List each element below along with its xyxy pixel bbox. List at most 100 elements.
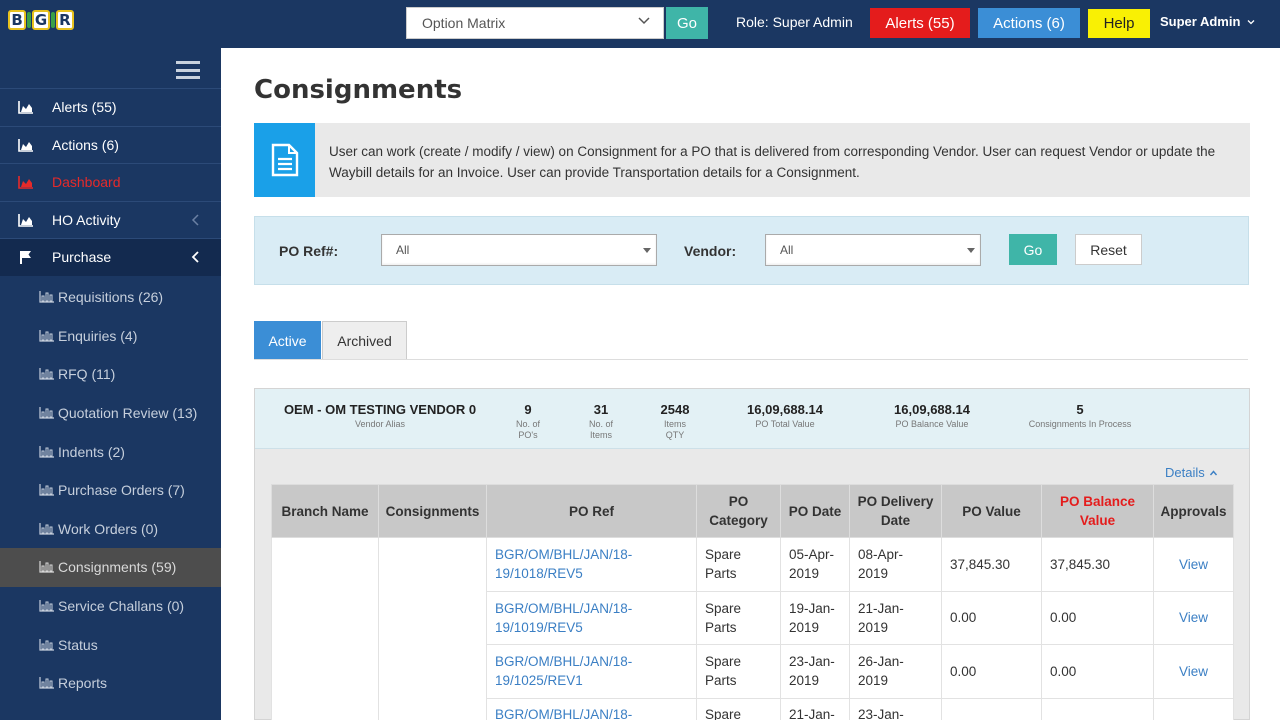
po-category-cell: Spare Parts [696,644,781,699]
vendor-summary[interactable]: OEM - OM TESTING VENDOR 0 Vendor Alias 9… [255,389,1249,449]
col-branch-name[interactable]: Branch Name [271,484,379,538]
bar-chart-icon [39,638,54,651]
col-po-ref[interactable]: PO Ref [486,484,697,538]
tab-archived[interactable]: Archived [322,321,407,360]
consignments-cell [378,698,487,720]
col-po-category[interactable]: PO Category [696,484,781,538]
sidebar-item-label: Work Orders (0) [58,520,159,537]
logo-letter-g: G [31,10,51,30]
po-value-cell: 0.00 [941,590,1042,645]
details-toggle[interactable]: Details [1165,465,1218,480]
col-po-balance-value[interactable]: PO Balance Value [1041,484,1154,538]
sidebar-item-label: Quotation Review (13) [58,405,198,422]
sidebar-item-label: Actions (6) [52,136,119,153]
po-ref-link[interactable]: BGR/OM/BHL/JAN/18-19/1025/REV1 [495,654,632,688]
user-menu[interactable]: Super Admin [1160,14,1256,29]
sidebar-item-label: Purchase Orders (7) [58,482,185,499]
col-approvals[interactable]: Approvals [1153,484,1234,538]
logo-letter-b: B [8,10,27,30]
role-label: Role: Super Admin [736,14,853,30]
table-row: BGR/OM/BHL/JAN/18-19/1019/REV5 Spare Par… [271,590,1234,645]
alerts-button[interactable]: Alerts (55) [870,8,970,38]
area-chart-icon [18,138,33,152]
po-date-cell: 23-Jan-2019 [780,644,850,699]
stat-label: No. of PO's [515,419,540,440]
po-balance-value-cell [1041,697,1154,720]
po-value-cell: 37,845.30 [941,537,1042,592]
col-po-date[interactable]: PO Date [780,484,850,538]
menu-toggle-icon[interactable] [176,61,200,79]
logo-letter-r: R [55,10,75,30]
view-link[interactable]: View [1179,664,1208,679]
sidebar-item-purchase[interactable]: Purchase [0,238,221,276]
sidebar-item-enquiries[interactable]: Enquiries (4) [0,317,221,356]
option-go-button[interactable]: Go [666,7,708,39]
stat-value: 9 [524,402,532,417]
stat-value: 2548 [660,402,690,417]
stat-label: PO Total Value [755,419,815,429]
sidebar-item-service-challans[interactable]: Service Challans (0) [0,587,221,626]
option-matrix-value: Option Matrix [422,15,506,31]
col-consignments[interactable]: Consignments [378,484,487,538]
sidebar-item-label: HO Activity [52,211,121,228]
view-link[interactable]: View [1179,557,1208,572]
stat-label: Consignments In Process [1028,419,1132,429]
sidebar-item-label: Alerts (55) [52,99,117,116]
po-category-cell: Spare Parts [696,537,781,592]
po-ref-link[interactable]: BGR/OM/BHL/JAN/18-19/1019/REV5 [495,601,632,635]
option-matrix-select[interactable]: Option Matrix [406,7,664,39]
po-value-cell: 0.00 [941,644,1042,699]
po-value-cell [941,697,1042,720]
filter-go-button[interactable]: Go [1009,234,1057,265]
chevron-left-icon [191,251,199,263]
view-link[interactable]: View [1179,610,1208,625]
po-ref-select[interactable]: All [381,234,657,266]
sidebar-item-purchase-orders[interactable]: Purchase Orders (7) [0,471,221,510]
filter-reset-button[interactable]: Reset [1075,234,1142,265]
bar-chart-icon [39,407,54,419]
stat-po-total-value: 16,09,688.14 PO Total Value [725,402,845,430]
sidebar-item-quotation-review[interactable]: Quotation Review (13) [0,394,221,433]
po-ref-link[interactable]: BGR/OM/BHL/JAN/18-19/1018/REV5 [495,547,632,581]
bar-chart-icon [39,677,54,689]
sidebar-item-reports[interactable]: Reports [0,664,221,703]
actions-button[interactable]: Actions (6) [978,8,1080,38]
sidebar-item-label: Requisitions (26) [58,289,164,306]
bgr-logo[interactable]: B G R [8,6,75,34]
sidebar-item-work-orders[interactable]: Work Orders (0) [0,510,221,549]
bar-chart-icon [39,561,54,574]
bar-chart-icon [39,368,54,381]
vendor-alias-label: Vendor Alias [354,419,406,429]
sidebar-item-label: RFQ (11) [58,366,116,383]
vendor-select[interactable]: All [765,234,981,266]
stat-po-count: 9 No. of PO's [500,402,556,441]
sidebar-item-alerts[interactable]: Alerts (55) [0,88,221,126]
filter-panel: PO Ref#: All Vendor: All Go Reset [254,216,1249,285]
consignments-cell [378,644,487,698]
logo-separator [51,12,55,28]
sidebar-item-ho-activity[interactable]: HO Activity [0,200,221,239]
branch-cell [271,591,379,645]
help-button[interactable]: Help [1088,9,1150,38]
bar-chart-icon [39,445,54,458]
sidebar-item-requisitions[interactable]: Requisitions (26) [0,278,221,317]
branch-cell [271,644,379,698]
flag-icon [20,251,31,265]
sidebar-item-rfq[interactable]: RFQ (11) [0,355,221,394]
area-chart-icon [18,101,33,115]
tab-active[interactable]: Active [254,321,321,360]
sidebar-item-actions[interactable]: Actions (6) [0,125,221,164]
sidebar-item-dashboard[interactable]: Dashboard [0,163,221,201]
po-date-cell: 19-Jan-2019 [780,590,850,645]
po-category-cell: Spare [696,697,781,720]
po-ref-link[interactable]: BGR/OM/BHL/JAN/18- [495,707,632,720]
po-category-cell: Spare Parts [696,590,781,645]
branch-cell [271,698,379,720]
sidebar-item-consignments[interactable]: Consignments (59) [0,548,221,587]
po-table: Branch Name Consignments PO Ref PO Categ… [271,484,1234,720]
user-name: Super Admin [1160,14,1241,29]
col-po-delivery-date[interactable]: PO Delivery Date [849,484,942,538]
sidebar-item-status[interactable]: Status [0,625,221,664]
col-po-value[interactable]: PO Value [941,484,1042,538]
sidebar-item-indents[interactable]: Indents (2) [0,432,221,471]
